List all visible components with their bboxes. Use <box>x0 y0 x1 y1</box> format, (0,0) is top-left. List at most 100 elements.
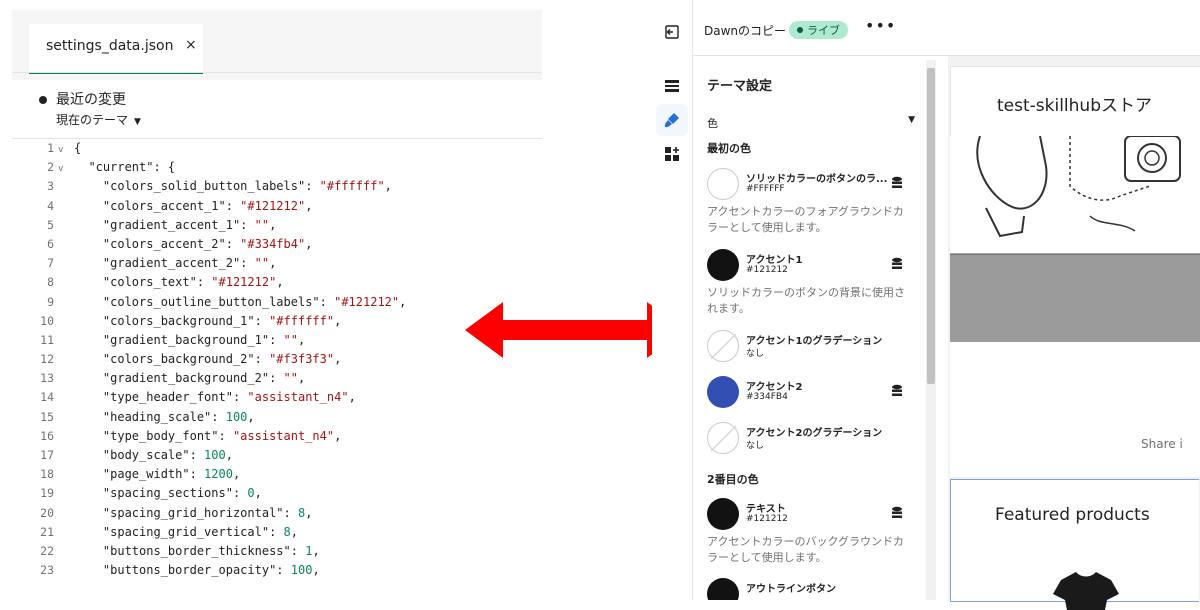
code-line[interactable]: 15 "heading_scale": 100, <box>12 408 542 427</box>
swatch-row-accent-1-gradient[interactable]: アクセント1のグラデーション なし <box>707 330 917 370</box>
swatch-row-accent-2[interactable]: アクセント2 #334FB4 <box>707 376 917 416</box>
code-token: , <box>225 448 233 462</box>
swatch-value: #334FB4 <box>746 392 788 402</box>
featured-products-section[interactable]: Featured products <box>950 479 1199 610</box>
database-icon <box>892 257 902 269</box>
code-line[interactable]: 5 "gradient_accent_1": "", <box>12 216 542 235</box>
live-badge-label: ライブ <box>807 24 840 37</box>
code-token: "colors_accent_2" <box>74 236 226 251</box>
theme-settings-panel: テーマ設定 色 ▼ 最初の色 ソリッドカラーのボタンのラ... #FFFFFF … <box>693 56 964 600</box>
code-token: , <box>269 217 277 232</box>
code-token: : <box>189 467 205 482</box>
code-line[interactable]: 14 "type_header_font": "assistant_n4", <box>12 388 542 407</box>
code-text: "gradient_background_1": "", <box>74 331 305 350</box>
color-section-toggle[interactable]: 色 ▼ <box>707 115 915 131</box>
theme-version-select[interactable]: 現在のテーマ ▼ <box>56 111 141 128</box>
code-token: 0 <box>247 486 255 501</box>
swatch-row-solid-button-label[interactable]: ソリッドカラーのボタンのラ... #FFFFFF <box>707 168 917 208</box>
code-line[interactable]: 17 "body_scale": 100, <box>12 446 542 465</box>
exit-icon[interactable] <box>656 16 688 48</box>
swatch-row-accent-1[interactable]: アクセント1 #121212 <box>707 249 917 289</box>
code-line[interactable]: 1 v{ <box>12 139 542 158</box>
code-line[interactable]: 19 "spacing_sections": 0, <box>12 484 542 503</box>
swatch-row-text[interactable]: テキスト #121212 <box>707 498 917 538</box>
line-number: 16 <box>40 428 54 443</box>
code-line[interactable]: 12 "colors_background_2": "#f3f3f3", <box>12 350 542 369</box>
swatch-value: なし <box>746 349 765 359</box>
code-text: "gradient_background_2": "", <box>74 369 305 388</box>
code-token: : <box>240 217 255 232</box>
code-token: "spacing_grid_vertical" <box>74 524 270 539</box>
store-name[interactable]: test-skillhubストア <box>997 91 1152 116</box>
code-token: : <box>225 198 241 213</box>
code-area[interactable]: 1 v{2 v "current": {3 "colors_solid_button… <box>12 139 542 600</box>
share-link[interactable]: Share i <box>1141 437 1183 451</box>
line-number: 1 <box>47 141 54 155</box>
code-token: "#121212" <box>211 275 277 290</box>
editor-tab-bar: settings_data.json × <box>12 10 542 74</box>
swatch-value: なし <box>746 441 765 451</box>
tshirt-icon <box>1053 572 1119 610</box>
code-text: "buttons_border_opacity": 100, <box>74 561 320 580</box>
code-token: : <box>189 448 205 462</box>
code-token: , <box>305 505 313 520</box>
empty-gradient-swatch <box>707 422 739 454</box>
code-text: "colors_accent_2": "#334fb4", <box>74 235 313 254</box>
code-token: "body_scale" <box>74 448 190 462</box>
code-line[interactable]: 20 "spacing_grid_horizontal": 8, <box>12 504 542 523</box>
code-line[interactable]: 23 "buttons_border_opacity": 100, <box>12 561 542 580</box>
apps-add-icon[interactable] <box>656 138 688 170</box>
code-line[interactable]: 11 "gradient_background_1": "", <box>12 331 542 350</box>
code-line[interactable]: 2v "current": { <box>12 158 542 177</box>
code-token: "heading_scale" <box>74 409 212 424</box>
code-line[interactable]: 22 "buttons_border_thickness": 1, <box>12 542 542 561</box>
code-line[interactable]: 3 "colors_solid_button_labels": "#ffffff… <box>12 177 542 196</box>
swatch-row-accent-2-gradient[interactable]: アクセント2のグラデーション なし <box>707 422 917 462</box>
scrollbar-thumb[interactable] <box>927 68 935 384</box>
live-dot-icon <box>797 27 803 33</box>
line-number: 4 <box>47 198 54 213</box>
line-number: 22 <box>40 543 54 558</box>
code-text: "colors_accent_1": "#121212", <box>74 197 313 216</box>
code-token: : <box>240 256 255 271</box>
code-line[interactable]: 8 "colors_text": "#121212", <box>12 273 542 292</box>
close-icon[interactable]: × <box>185 37 197 53</box>
code-token: "colors_solid_button_labels" <box>74 179 306 194</box>
swatch-name: テキスト <box>746 504 786 515</box>
code-line[interactable]: 9 "colors_outline_button_labels": "#1212… <box>12 293 542 312</box>
code-line[interactable]: 10 "colors_background_1": "#ffffff", <box>12 312 542 331</box>
code-line[interactable]: 7 "gradient_accent_2": "", <box>12 254 542 273</box>
code-line[interactable]: 18 "page_width": 1200, <box>12 465 542 484</box>
panel-scrollbar[interactable] <box>926 60 936 600</box>
line-number: 8 <box>47 275 54 290</box>
swatch-name: アウトラインボタン <box>746 584 836 595</box>
code-text: "current": { <box>74 158 175 177</box>
group-title-secondary: 2番目の色 <box>707 473 759 486</box>
swatch-row-outline-button[interactable]: アウトラインボタン <box>707 578 917 600</box>
database-icon <box>892 506 902 518</box>
theme-select-label: 現在のテーマ <box>56 113 129 127</box>
code-token: "buttons_border_thickness" <box>74 543 291 558</box>
line-number: 23 <box>40 563 54 578</box>
swatch-name: ソリッドカラーのボタンのラ... <box>746 174 888 185</box>
code-token: : <box>305 179 320 194</box>
line-number: 3 <box>47 179 54 194</box>
more-icon[interactable]: ••• <box>865 16 896 35</box>
code-line[interactable]: 16 "type_body_font": "assistant_n4", <box>12 427 542 446</box>
line-number: 14 <box>40 390 54 405</box>
code-token: "assistant_n4" <box>247 390 349 405</box>
code-token: { <box>74 141 82 155</box>
code-line[interactable]: 4 "colors_accent_1": "#121212", <box>12 197 542 216</box>
code-token: 100 <box>204 448 226 462</box>
caret-down-icon: ▼ <box>134 117 141 127</box>
code-line[interactable]: 13 "gradient_background_2": "", <box>12 369 542 388</box>
color-swatch <box>707 168 739 200</box>
line-number: 15 <box>40 409 54 424</box>
code-token: "#121212" <box>240 198 306 213</box>
sections-icon[interactable] <box>656 70 688 102</box>
code-line[interactable]: 21 "spacing_grid_vertical": 8, <box>12 523 542 542</box>
theme-settings-brush-icon[interactable] <box>656 104 688 136</box>
code-line[interactable]: 6 "colors_accent_2": "#334fb4", <box>12 235 542 254</box>
code-token: "current" <box>74 160 154 175</box>
tab-settings-data-json[interactable]: settings_data.json × <box>29 24 203 74</box>
